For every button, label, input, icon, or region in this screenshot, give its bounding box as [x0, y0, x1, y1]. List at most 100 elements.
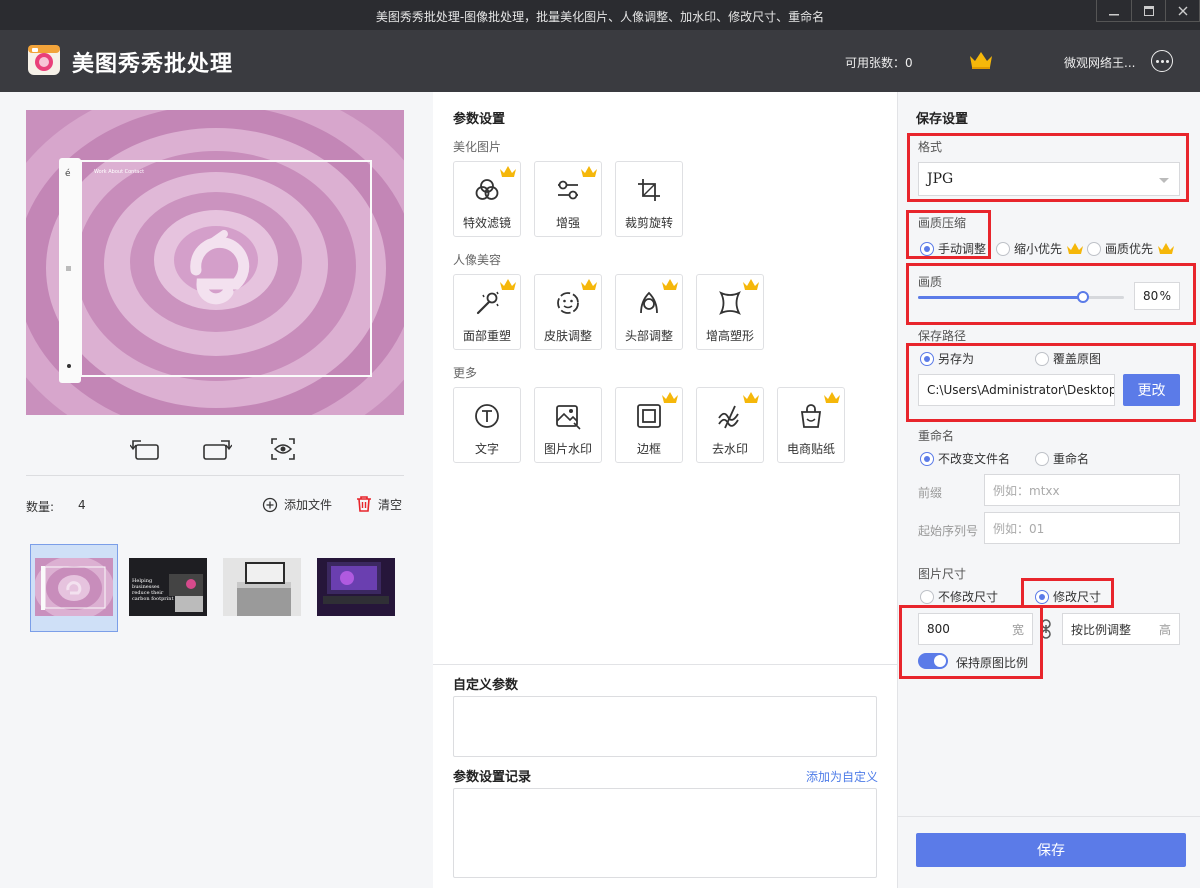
radio-quality-first[interactable]: 画质优先 — [1087, 240, 1175, 257]
compress-label: 画质压缩 — [918, 216, 967, 230]
radio-dot — [920, 241, 934, 256]
rotate-left-button[interactable] — [130, 437, 162, 461]
tile-text[interactable]: 文字 — [453, 387, 521, 463]
tile-label: 图片水印 — [543, 442, 592, 456]
quality-slider-handle[interactable] — [1076, 291, 1089, 303]
quality-input[interactable]: 80 % — [1134, 282, 1180, 310]
params-panel: 参数设置 美化图片 人像美容 更多 特效滤镜 增强 裁剪旋转 面部重塑 皮肤调整… — [433, 92, 897, 888]
path-label: 保存路径 — [918, 329, 967, 343]
tile-label: 面部重塑 — [462, 329, 511, 343]
history-box[interactable] — [453, 788, 877, 878]
tile-ecommerce-sticker[interactable]: 电商贴纸 — [777, 387, 845, 463]
thumbnail-image-4 — [317, 558, 395, 616]
tile-height-shape[interactable]: 增高塑形 — [696, 274, 764, 350]
tile-remove-watermark[interactable]: 去水印 — [696, 387, 764, 463]
add-file-label: 添加文件 — [284, 498, 333, 512]
vip-crown-icon — [743, 279, 759, 290]
border-icon — [637, 404, 661, 428]
radio-rename[interactable]: 重命名 — [1035, 450, 1089, 467]
tile-face-reshape[interactable]: 面部重塑 — [453, 274, 521, 350]
quality-slider[interactable] — [918, 291, 1124, 303]
radio-keep-filename[interactable]: 不改变文件名 — [920, 450, 1010, 467]
save-button[interactable]: 保存 — [916, 833, 1186, 867]
vip-crown-icon — [1067, 242, 1084, 254]
prefix-placeholder: 例如：mtxx — [993, 483, 1060, 498]
svg-text:carbon footprint: carbon footprint — [132, 596, 174, 602]
radio-dot — [1035, 351, 1049, 366]
height-input[interactable]: 按比例调整 高 — [1062, 613, 1180, 645]
tile-head-adjust[interactable]: 头部调整 — [615, 274, 683, 350]
add-as-custom-link[interactable]: 添加为自定义 — [806, 768, 878, 785]
tile-crop-rotate[interactable]: 裁剪旋转 — [615, 161, 683, 237]
keep-ratio-toggle[interactable] — [918, 653, 948, 669]
radio-resize[interactable]: 修改尺寸 — [1035, 588, 1101, 605]
body-icon — [719, 291, 741, 315]
tile-label: 去水印 — [711, 442, 748, 456]
save-path-value: C:\Users\Administrator\Desktop — [927, 383, 1115, 397]
change-path-button[interactable]: 更改 — [1123, 374, 1180, 406]
width-unit: 宽 — [1011, 622, 1024, 637]
width-value: 800 — [927, 622, 950, 636]
link-icon[interactable] — [1040, 619, 1052, 639]
close-button[interactable] — [1165, 0, 1199, 21]
thumbnail-3[interactable] — [223, 558, 301, 616]
tile-label: 头部调整 — [624, 329, 673, 343]
tile-label: 增高塑形 — [705, 329, 754, 343]
vip-crown-icon[interactable] — [968, 50, 994, 70]
image-preview: é Work About Contact — [26, 110, 404, 415]
preview-compare-button[interactable] — [267, 437, 299, 461]
format-value: JPG — [927, 171, 954, 187]
minimize-button[interactable] — [1097, 0, 1131, 21]
seq-label: 起始序列号 — [918, 524, 979, 538]
app-name: 美图秀秀批处理 — [72, 52, 234, 77]
tile-image-watermark[interactable]: 图片水印 — [534, 387, 602, 463]
radio-label: 另存为 — [938, 352, 975, 366]
radio-label: 不修改尺寸 — [938, 590, 999, 604]
thumbnail-1[interactable] — [35, 558, 113, 616]
chevron-down-icon — [1159, 178, 1169, 183]
vip-crown-icon — [500, 279, 516, 290]
radio-save-as[interactable]: 另存为 — [920, 350, 974, 367]
add-file-button[interactable]: 添加文件 — [262, 496, 332, 513]
quality-unit: % — [1159, 289, 1171, 303]
radio-label: 覆盖原图 — [1053, 352, 1102, 366]
thumbnail-4[interactable] — [317, 558, 395, 616]
radio-dot — [1035, 451, 1049, 466]
custom-params-title: 自定义参数 — [453, 678, 519, 693]
radio-size-first[interactable]: 缩小优先 — [996, 240, 1084, 257]
radio-overwrite[interactable]: 覆盖原图 — [1035, 350, 1101, 367]
custom-params-box[interactable] — [453, 696, 877, 757]
tile-enhance[interactable]: 增强 — [534, 161, 602, 237]
thumbnail-image-1 — [35, 558, 113, 616]
seq-input[interactable]: 例如：01 — [984, 512, 1180, 544]
radio-dot — [920, 589, 934, 604]
maximize-button[interactable] — [1131, 0, 1165, 21]
tile-effect-filter[interactable]: 特效滤镜 — [453, 161, 521, 237]
save-path-input[interactable]: C:\Users\Administrator\Desktop — [918, 374, 1115, 406]
prefix-input[interactable]: 例如：mtxx — [984, 474, 1180, 506]
tile-border[interactable]: 边框 — [615, 387, 683, 463]
head-icon — [640, 291, 658, 314]
username[interactable]: 微观网络王... — [1064, 54, 1135, 71]
rotate-right-button[interactable] — [200, 437, 232, 461]
window-controls — [1096, 0, 1200, 22]
format-select[interactable]: JPG — [918, 162, 1180, 196]
text-icon — [475, 404, 499, 428]
thumbnail-2[interactable]: Helping businesses reduce their carbon f… — [129, 558, 207, 616]
prefix-label: 前缀 — [918, 486, 943, 500]
width-input[interactable]: 800 宽 — [918, 613, 1033, 645]
change-path-label: 更改 — [1137, 383, 1166, 399]
tile-skin-adjust[interactable]: 皮肤调整 — [534, 274, 602, 350]
radio-keep-size[interactable]: 不修改尺寸 — [920, 588, 998, 605]
tile-label: 文字 — [474, 442, 499, 456]
params-title: 参数设置 — [453, 112, 506, 127]
section-more-title: 更多 — [453, 366, 478, 380]
more-options-button[interactable] — [1151, 50, 1173, 72]
radio-dot — [1087, 241, 1101, 256]
available-count: 可用张数：0 — [845, 56, 913, 70]
radio-manual-adjust[interactable]: 手动调整 — [920, 240, 986, 257]
clear-button[interactable]: 清空 — [356, 495, 402, 513]
format-label: 格式 — [918, 140, 943, 154]
preview-panel: é Work About Contact 数量: 4 添加文件 清空 Helpi… — [0, 92, 433, 888]
radio-label: 画质优先 — [1105, 242, 1154, 256]
